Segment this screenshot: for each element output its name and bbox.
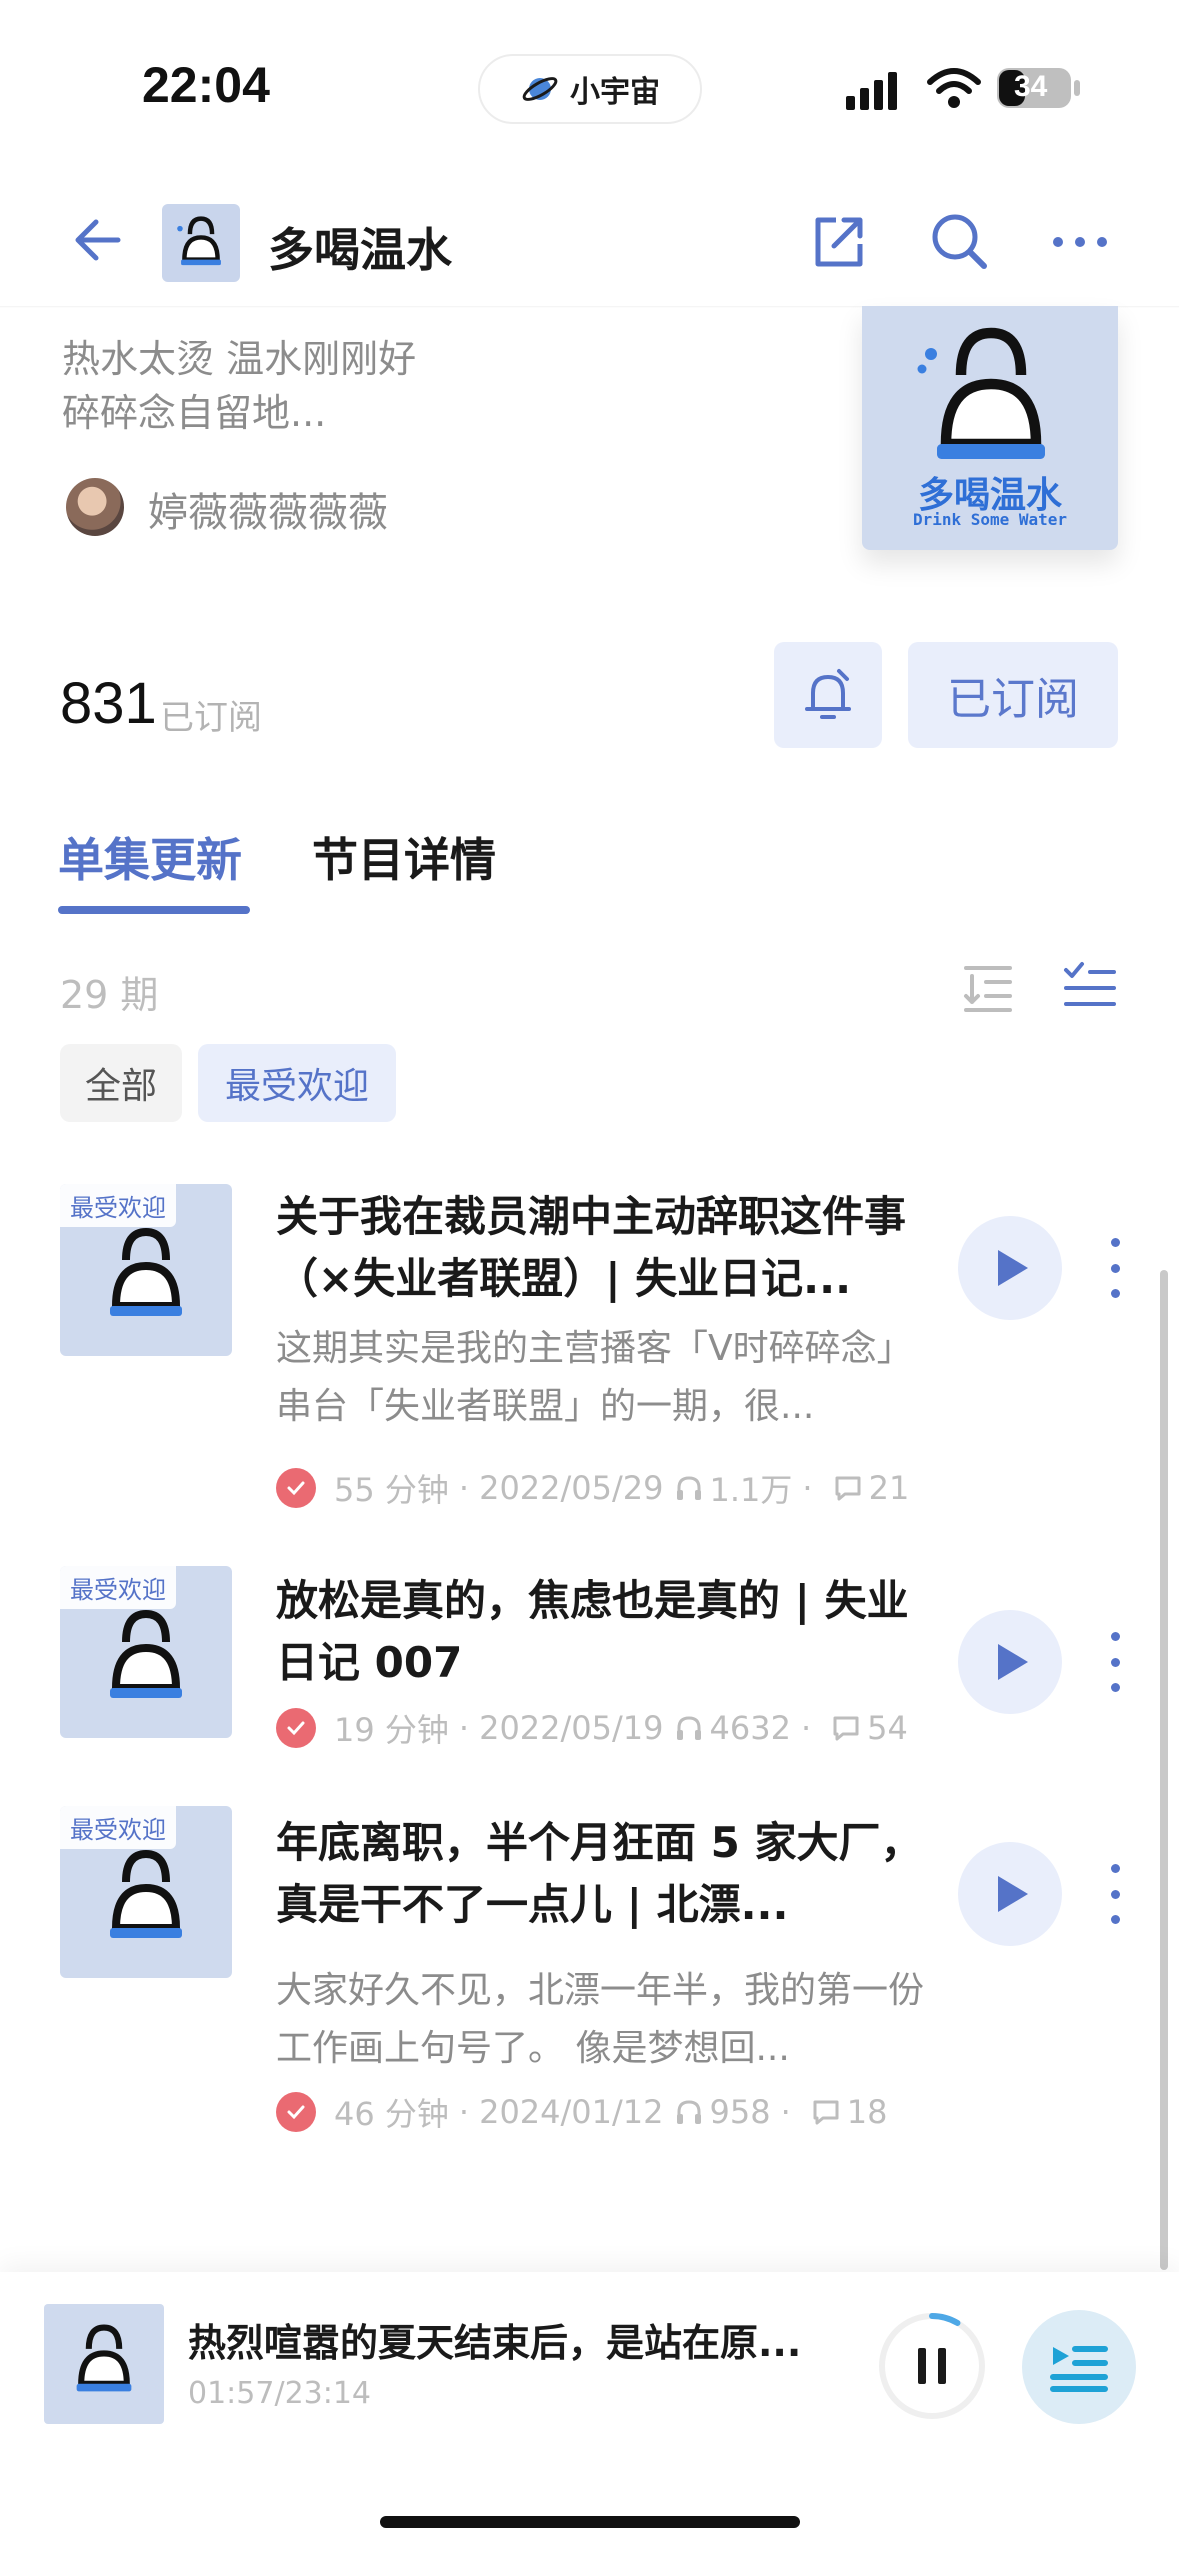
subscriber-count: 831 (60, 671, 157, 736)
play-button[interactable] (958, 1610, 1062, 1714)
author-name[interactable]: 婷薇薇薇薇薇 (148, 480, 388, 538)
play-button[interactable] (958, 1842, 1062, 1946)
notification-bell-button[interactable] (774, 642, 882, 748)
playlist-button[interactable] (1022, 2310, 1136, 2424)
episode-meta: 55 分钟 · 2022/05/29 1.1万 · 21 (276, 1466, 909, 1510)
battery-icon: 34 (996, 66, 1082, 110)
sort-icon[interactable] (960, 958, 1016, 1014)
episode-more-button[interactable] (1100, 1632, 1130, 1692)
filter-all[interactable]: 全部 (60, 1044, 182, 1122)
separator-dot: · (802, 1469, 813, 1507)
popular-badge: 最受欢迎 (60, 1806, 176, 1849)
podcast-cover[interactable]: 多喝温水 Drink Some Water (862, 306, 1118, 550)
scrollbar[interactable] (1160, 1270, 1168, 2270)
cover-subtitle: Drink Some Water (912, 510, 1068, 529)
episode-plays: 958 (709, 2093, 771, 2131)
comment-icon (833, 1716, 859, 1741)
bell-icon (805, 669, 851, 719)
separator-dot: · (458, 1469, 470, 1507)
episode-comments: 54 (867, 1709, 908, 1747)
episode-duration: 55 分钟 (334, 1471, 449, 1509)
episode-title[interactable]: 年底离职，半个月狂面 5 家大厂，真是干不了一点儿 | 北漂... (276, 1812, 936, 1936)
kettle-icon (917, 327, 1045, 459)
separator-dot: · (780, 2093, 791, 2131)
kettle-icon (76, 2324, 132, 2392)
multi-select-icon[interactable] (1062, 958, 1118, 1014)
home-indicator[interactable] (380, 2516, 800, 2528)
progress-ring-track (879, 2313, 985, 2419)
subscribed-button[interactable]: 已订阅 (908, 642, 1118, 748)
episode-count: 29 期 (60, 973, 159, 1017)
kettle-icon (110, 1227, 182, 1316)
played-check-icon (276, 1708, 316, 1748)
play-button[interactable] (958, 1216, 1062, 1320)
episode-meta: 19 分钟 · 2022/05/19 4632 · 54 (276, 1706, 908, 1750)
now-playing-title[interactable]: 热烈喧嚣的夏天结束后，是站在原... (188, 2312, 828, 2367)
episode-title[interactable]: 关于我在裁员潮中主动辞职这件事（×失业者联盟）| 失业日记... (276, 1186, 936, 1310)
episode-duration: 19 分钟 (334, 1711, 449, 1749)
planet-icon (522, 77, 558, 101)
popular-badge: 最受欢迎 (60, 1184, 176, 1227)
episode-more-button[interactable] (1100, 1238, 1130, 1298)
headphones-icon (676, 1476, 701, 1500)
episode-meta: 46 分钟 · 2024/01/12 958 · 18 (276, 2090, 887, 2134)
episode-date: 2022/05/29 (479, 1469, 664, 1507)
player-thumbnail[interactable] (44, 2304, 164, 2424)
comment-icon (813, 2100, 839, 2125)
episode-comments: 21 (868, 1469, 910, 1507)
episode-description: 大家好久不见，北漂一年半，我的第一份工作画上句号了。 像是梦想回... (276, 1970, 925, 2069)
played-check-icon (276, 1468, 316, 1508)
comment-icon (835, 1476, 861, 1501)
more-icon[interactable] (1048, 222, 1112, 262)
kettle-icon (110, 1609, 182, 1698)
popular-badge: 最受欢迎 (60, 1566, 176, 1609)
episode-comments: 18 (846, 2093, 888, 2131)
playlist-icon (1050, 2346, 1108, 2392)
episode-thumbnail[interactable]: 最受欢迎 (60, 1566, 232, 1738)
headphones-icon (676, 1716, 701, 1740)
episode-date: 2024/01/12 (479, 2093, 664, 2131)
separator-dot: · (458, 2093, 470, 2131)
separator-dot: · (458, 1709, 470, 1747)
played-check-icon (276, 2092, 316, 2132)
podcast-thumbnail (162, 204, 240, 282)
page-title: 多喝温水 (268, 223, 452, 277)
play-icon (998, 1644, 1028, 1680)
episode-thumbnail[interactable]: 最受欢迎 (60, 1806, 232, 1978)
wifi-icon (927, 68, 981, 108)
now-playing-time: 01:57/23:14 (188, 2376, 372, 2411)
subscriber-label: 已订阅 (160, 698, 262, 738)
tab-details[interactable]: 节目详情 (312, 824, 496, 890)
episode-date: 2022/05/19 (479, 1709, 664, 1747)
back-arrow-icon[interactable] (70, 212, 122, 268)
kettle-icon (177, 216, 221, 266)
tab-indicator (58, 906, 250, 914)
pause-button[interactable] (876, 2310, 988, 2422)
episode-duration: 46 分钟 (334, 2095, 449, 2133)
tab-episodes[interactable]: 单集更新 (58, 824, 242, 890)
filter-popular[interactable]: 最受欢迎 (198, 1044, 396, 1122)
status-time: 22:04 (142, 57, 270, 113)
share-icon[interactable] (806, 208, 872, 274)
episode-plays: 1.1万 (709, 1471, 793, 1509)
podcast-description-line-1: 热水太烫 温水刚刚好 (62, 337, 417, 381)
episode-description: 这期其实是我的主营播客「V时碎碎念」串台「失业者联盟」的一期，很... (276, 1328, 913, 1427)
play-icon (998, 1876, 1028, 1912)
episode-title[interactable]: 放松是真的，焦虑也是真的 | 失业日记 007 (276, 1570, 936, 1694)
app-indicator-pill[interactable]: 小宇宙 (478, 54, 702, 124)
headphones-icon (676, 2100, 701, 2124)
author-avatar[interactable] (66, 478, 124, 536)
signal-icon (846, 72, 897, 110)
podcast-description-line-2: 碎碎念自留地... (62, 391, 327, 435)
episode-plays: 4632 (709, 1709, 791, 1747)
battery-level: 34 (1014, 70, 1048, 103)
episode-thumbnail[interactable]: 最受欢迎 (60, 1184, 232, 1356)
separator-dot: · (800, 1709, 812, 1747)
kettle-icon (110, 1849, 182, 1938)
play-icon (998, 1250, 1028, 1286)
episode-more-button[interactable] (1100, 1864, 1130, 1924)
search-icon[interactable] (926, 208, 992, 274)
app-indicator-label: 小宇宙 (570, 75, 660, 110)
